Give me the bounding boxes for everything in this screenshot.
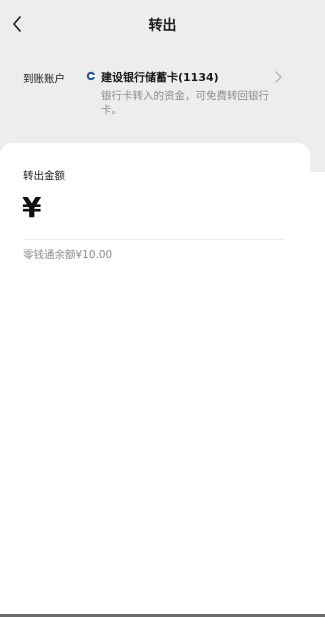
amount-card: 转出金额 ¥ 零钱通余额¥10.00 xyxy=(0,143,310,615)
bank-card-name: 建设银行储蓄卡(1134) xyxy=(101,71,219,84)
account-selector[interactable]: 到账账户 建设银行储蓄卡(1134) 银行卡转入的资金，可免费转回银行卡。 xyxy=(0,60,325,130)
page-title: 转出 xyxy=(148,18,177,34)
bank-card-description: 银行卡转入的资金，可免费转回银行卡。 xyxy=(101,90,269,116)
amount-label: 转出金额 xyxy=(23,170,65,182)
ccb-bank-logo-icon xyxy=(86,71,96,81)
chevron-right-icon xyxy=(275,71,282,83)
balance-text: 零钱通余额¥10.00 xyxy=(23,249,113,261)
account-label: 到账账户 xyxy=(23,73,65,85)
divider xyxy=(23,239,285,240)
amount-input[interactable]: ¥ xyxy=(22,192,41,224)
